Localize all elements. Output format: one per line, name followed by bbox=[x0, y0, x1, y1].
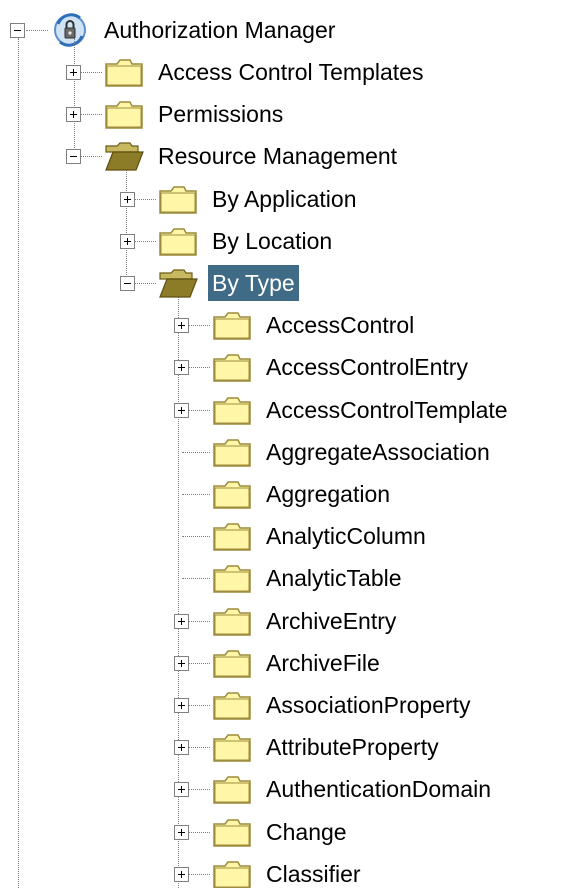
collapse-toggle-resource-management[interactable] bbox=[66, 149, 81, 164]
tree-item-aggregation[interactable]: Aggregation bbox=[262, 476, 394, 512]
folder-icon bbox=[212, 858, 252, 888]
folder-icon bbox=[104, 56, 144, 88]
tree-connector bbox=[182, 494, 210, 495]
expand-toggle-accesscontrol[interactable] bbox=[174, 318, 189, 333]
tree-guide-line bbox=[74, 38, 75, 158]
expand-toggle-authenticationdomain[interactable] bbox=[174, 782, 189, 797]
open-folder-icon bbox=[158, 267, 198, 299]
tree-guide-line bbox=[126, 170, 127, 285]
folder-icon bbox=[212, 689, 252, 721]
root-label[interactable]: Authorization Manager bbox=[100, 12, 339, 48]
collapse-toggle-by-type[interactable] bbox=[120, 276, 135, 291]
tree-item-resource-management[interactable]: Resource Management bbox=[154, 138, 401, 174]
expand-toggle-permissions[interactable] bbox=[66, 107, 81, 122]
expand-toggle-by-application[interactable] bbox=[120, 192, 135, 207]
tree-item-analyticcolumn[interactable]: AnalyticColumn bbox=[262, 518, 430, 554]
tree-item-attributeproperty[interactable]: AttributeProperty bbox=[262, 729, 443, 765]
folder-icon bbox=[212, 478, 252, 510]
tree-item-analytictable[interactable]: AnalyticTable bbox=[262, 560, 406, 596]
expand-toggle-accesscontrolentry[interactable] bbox=[174, 360, 189, 375]
folder-icon bbox=[212, 605, 252, 637]
tree-item-aggregateassociation[interactable]: AggregateAssociation bbox=[262, 434, 494, 470]
folder-icon bbox=[212, 520, 252, 552]
tree-connector bbox=[182, 452, 210, 453]
expand-toggle-by-location[interactable] bbox=[120, 234, 135, 249]
tree-guide-line bbox=[18, 38, 19, 888]
expand-toggle-archivefile[interactable] bbox=[174, 656, 189, 671]
tree-item-associationproperty[interactable]: AssociationProperty bbox=[262, 687, 475, 723]
tree-item-accesscontroltemplate[interactable]: AccessControlTemplate bbox=[262, 392, 512, 428]
tree-item-accesscontrolentry[interactable]: AccessControlEntry bbox=[262, 349, 472, 385]
expand-toggle-classifier[interactable] bbox=[174, 867, 189, 882]
folder-icon bbox=[104, 98, 144, 130]
tree-item-access-control-templates[interactable]: Access Control Templates bbox=[154, 54, 427, 90]
expand-toggle-associationproperty[interactable] bbox=[174, 698, 189, 713]
expand-toggle-archiveentry[interactable] bbox=[174, 614, 189, 629]
tree-item-change[interactable]: Change bbox=[262, 814, 351, 850]
tree-item-by-type[interactable]: By Type bbox=[208, 265, 299, 301]
tree-connector bbox=[26, 30, 48, 31]
folder-icon bbox=[158, 183, 198, 215]
tree-guide-line bbox=[178, 296, 179, 888]
folder-icon bbox=[212, 436, 252, 468]
tree-item-by-application[interactable]: By Application bbox=[208, 181, 360, 217]
expand-toggle-access-control-templates[interactable] bbox=[66, 65, 81, 80]
folder-icon bbox=[158, 225, 198, 257]
folder-icon bbox=[212, 309, 252, 341]
tree-item-classifier[interactable]: Classifier bbox=[262, 856, 365, 888]
folder-icon bbox=[212, 562, 252, 594]
authorization-manager-icon bbox=[50, 12, 90, 48]
expand-toggle-change[interactable] bbox=[174, 825, 189, 840]
folder-icon bbox=[212, 773, 252, 805]
folder-icon bbox=[212, 731, 252, 763]
tree-item-permissions[interactable]: Permissions bbox=[154, 96, 287, 132]
expand-toggle-attributeproperty[interactable] bbox=[174, 740, 189, 755]
folder-icon bbox=[212, 647, 252, 679]
tree-item-archiveentry[interactable]: ArchiveEntry bbox=[262, 603, 400, 639]
tree-item-accesscontrol[interactable]: AccessControl bbox=[262, 307, 418, 343]
tree-connector bbox=[182, 578, 210, 579]
tree-item-archivefile[interactable]: ArchiveFile bbox=[262, 645, 384, 681]
tree-item-by-location[interactable]: By Location bbox=[208, 223, 336, 259]
folder-icon bbox=[212, 351, 252, 383]
tree-view[interactable]: Authorization Manager Access Control Tem… bbox=[0, 0, 569, 888]
tree-connector bbox=[182, 536, 210, 537]
expand-toggle-accesscontroltemplate[interactable] bbox=[174, 403, 189, 418]
root-collapse-toggle[interactable] bbox=[10, 23, 25, 38]
folder-icon bbox=[212, 816, 252, 848]
open-folder-icon bbox=[104, 140, 144, 172]
folder-icon bbox=[212, 394, 252, 426]
tree-item-authenticationdomain[interactable]: AuthenticationDomain bbox=[262, 771, 495, 807]
